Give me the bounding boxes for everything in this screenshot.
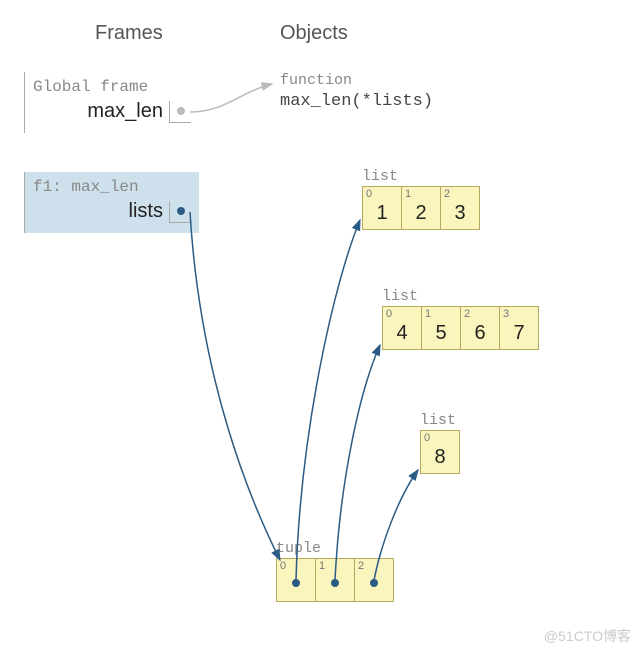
cell-index: 1 bbox=[319, 560, 325, 572]
frames-heading: Frames bbox=[95, 22, 163, 45]
global-frame: Global frame max_len bbox=[24, 72, 199, 133]
cell-value: 3 bbox=[454, 202, 465, 225]
list3-cells: 08 bbox=[420, 430, 460, 474]
global-frame-title: Global frame bbox=[33, 78, 191, 96]
function-signature: max_len(*lists) bbox=[280, 92, 433, 111]
cell-index: 3 bbox=[503, 308, 509, 320]
cell-value: 5 bbox=[435, 322, 446, 345]
cell-index: 0 bbox=[424, 432, 430, 444]
global-var-port bbox=[169, 101, 191, 123]
cell-index: 0 bbox=[280, 560, 286, 572]
list1-cell: 23 bbox=[440, 186, 480, 230]
list1-label: list bbox=[362, 168, 398, 185]
cell-index: 0 bbox=[386, 308, 392, 320]
cell-value: 6 bbox=[474, 322, 485, 345]
cell-value: 4 bbox=[396, 322, 407, 345]
f1-var-row: lists bbox=[33, 200, 191, 223]
arrow-tuple1-to-list2 bbox=[335, 345, 380, 580]
list1-cells: 01 12 23 bbox=[362, 186, 480, 230]
list2-cell: 15 bbox=[421, 306, 461, 350]
cell-index: 0 bbox=[366, 188, 372, 200]
arrow-tuple0-to-list1 bbox=[296, 220, 360, 580]
cell-value: 2 bbox=[415, 202, 426, 225]
list2-cell: 37 bbox=[499, 306, 539, 350]
pointer-dot-icon bbox=[331, 579, 339, 587]
f1-var-name: lists bbox=[129, 200, 169, 223]
list1-cell: 12 bbox=[401, 186, 441, 230]
cell-index: 1 bbox=[425, 308, 431, 320]
list2-cell: 04 bbox=[382, 306, 422, 350]
f1-frame-title: f1: max_len bbox=[33, 178, 191, 196]
cell-index: 2 bbox=[464, 308, 470, 320]
pointer-dot-icon bbox=[177, 107, 185, 115]
list2-cells: 04 15 26 37 bbox=[382, 306, 539, 350]
arrow-lists-to-tuple bbox=[190, 212, 280, 560]
pointer-dot-icon bbox=[370, 579, 378, 587]
f1-frame: f1: max_len lists bbox=[24, 172, 199, 233]
function-label: function bbox=[280, 72, 352, 89]
list2-label: list bbox=[382, 288, 418, 305]
cell-value: 1 bbox=[376, 202, 387, 225]
tuple-cell: 0 bbox=[276, 558, 316, 602]
list1-cell: 01 bbox=[362, 186, 402, 230]
f1-var-port bbox=[169, 201, 191, 223]
cell-index: 1 bbox=[405, 188, 411, 200]
objects-heading: Objects bbox=[280, 22, 348, 45]
tuple-label: tuple bbox=[276, 540, 321, 557]
cell-value: 7 bbox=[513, 322, 524, 345]
global-var-name: max_len bbox=[87, 100, 169, 123]
list3-label: list bbox=[420, 412, 456, 429]
cell-index: 2 bbox=[358, 560, 364, 572]
tuple-cells: 0 1 2 bbox=[276, 558, 394, 602]
pointer-dot-icon bbox=[292, 579, 300, 587]
cell-value: 8 bbox=[434, 446, 445, 469]
list3-cell: 08 bbox=[420, 430, 460, 474]
arrow-global-to-function bbox=[190, 84, 272, 112]
list2-cell: 26 bbox=[460, 306, 500, 350]
pointer-dot-icon bbox=[177, 207, 185, 215]
tuple-cell: 2 bbox=[354, 558, 394, 602]
watermark: @51CTO博客 bbox=[544, 626, 631, 646]
global-var-row: max_len bbox=[33, 100, 191, 123]
tuple-cell: 1 bbox=[315, 558, 355, 602]
cell-index: 2 bbox=[444, 188, 450, 200]
